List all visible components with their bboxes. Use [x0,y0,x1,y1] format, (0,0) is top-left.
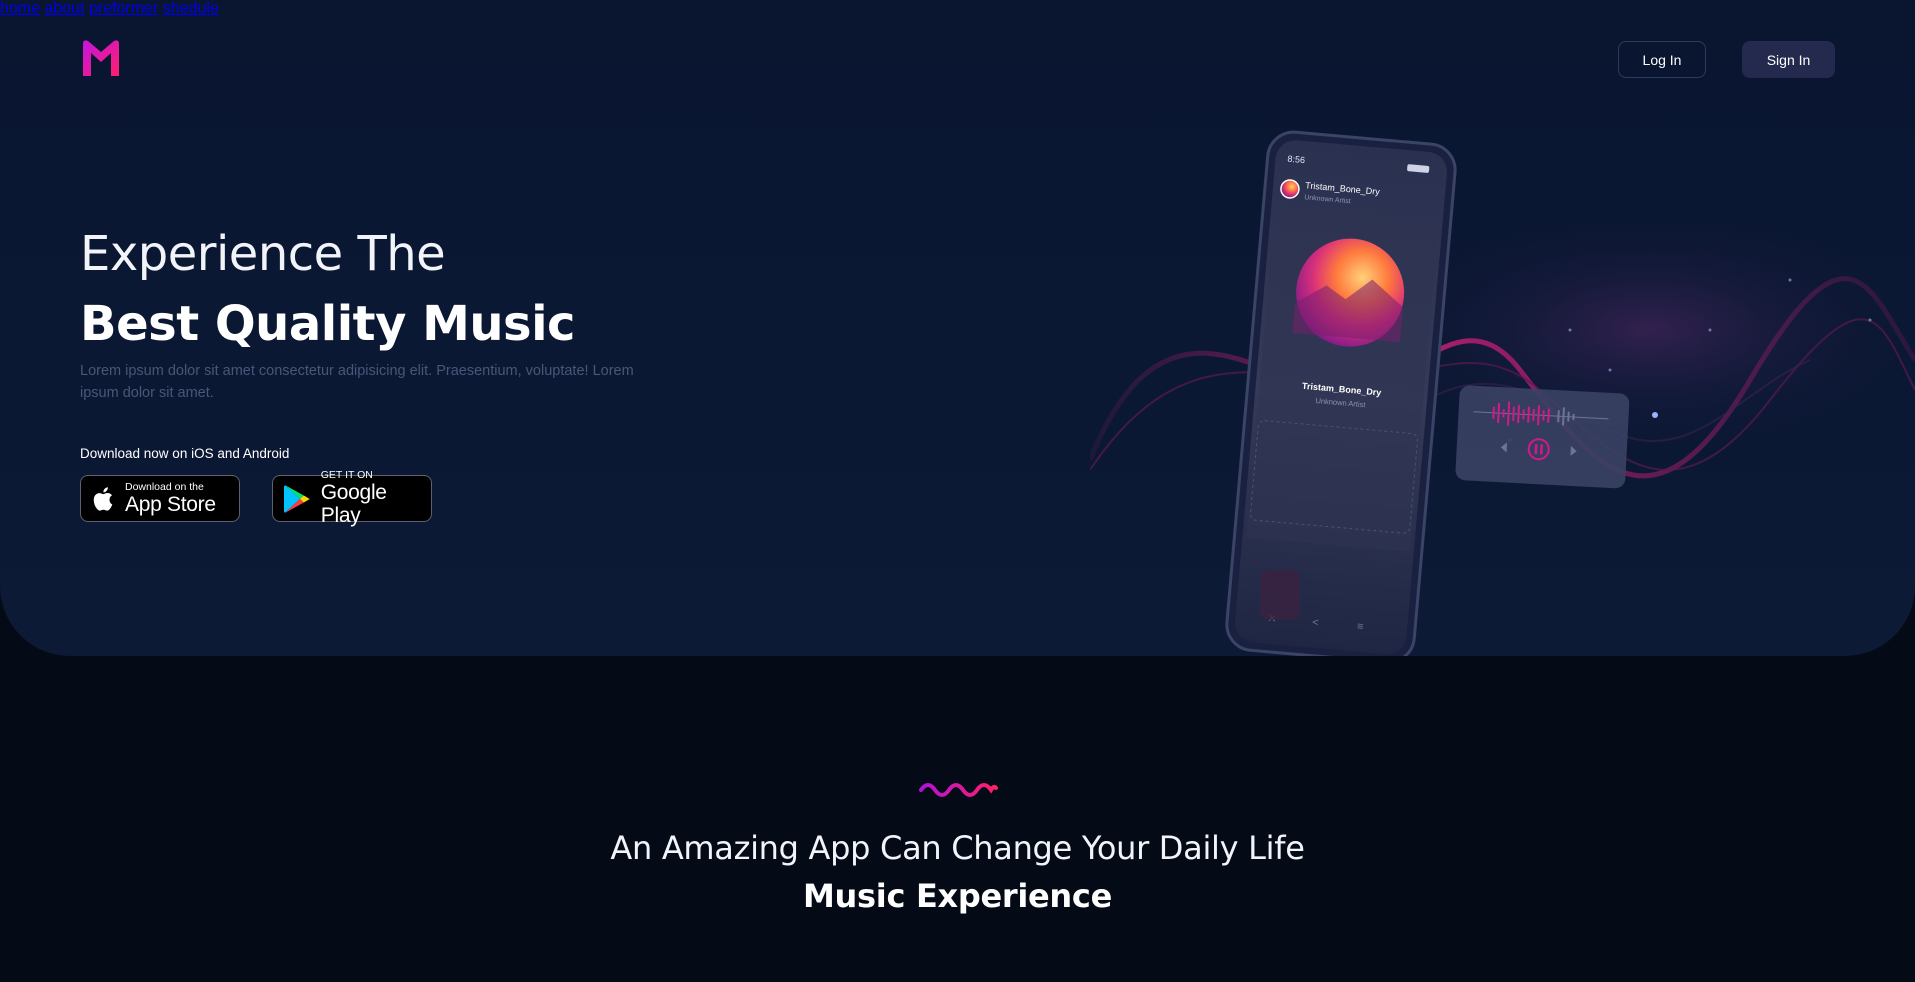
svg-text:≡: ≡ [1357,620,1364,633]
hero-title-light: Experience The [80,226,446,282]
login-button[interactable]: Log In [1618,41,1706,78]
wave-divider-icon [919,783,998,797]
apple-icon [93,486,113,511]
signin-button[interactable]: Sign In [1742,41,1835,78]
google-play-big-text: Google Play [320,481,387,527]
svg-text:<: < [1312,617,1319,630]
section-title-light: An Amazing App Can Change Your Daily Lif… [610,829,1305,867]
hero-title-bold: Best Quality Music [80,296,576,352]
google-play-button[interactable]: GET IT ON Google Play [272,470,432,527]
nav-home[interactable]: home [0,0,40,17]
section-title-bold: Music Experience [803,877,1112,915]
app-store-button[interactable]: Download on the App Store [80,475,240,522]
app-store-big-text: App Store [125,492,216,516]
nav-preformer[interactable]: preformer [89,0,158,17]
hero-description: Lorem ipsum dolor sit amet consectetur a… [80,363,634,401]
hero-section: home about preformer shedule Log In Sign… [0,0,1915,656]
logo-icon[interactable] [79,36,123,80]
app-store-small-text: Download on the [125,480,204,493]
google-play-small-text: GET IT ON [320,469,373,481]
phone-illustration: 8:56 Tristam_Bone_Dry Unknown Artist Tri… [1090,130,1915,656]
download-label: Download now on iOS and Android [80,446,290,461]
nav-about[interactable]: about [44,0,84,17]
phone-time: 8:56 [1287,154,1305,165]
nav-shedule[interactable]: shedule [163,0,219,17]
google-play-icon [283,484,310,513]
